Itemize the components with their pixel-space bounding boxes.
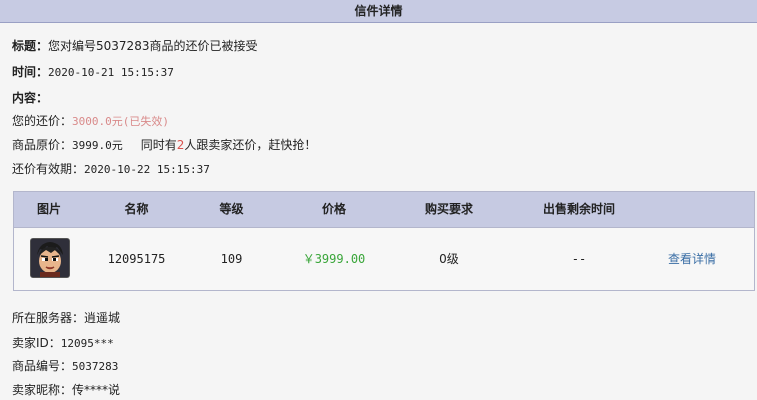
- subject-line: 标题：您对编号5037283商品的还价已被接受: [12, 37, 257, 54]
- notice-prefix: 同时有: [140, 138, 177, 152]
- item-number-label: 商品编号：: [12, 359, 73, 373]
- character-portrait-icon[interactable]: [30, 238, 70, 278]
- validity-value: 2020-10-22 15:15:37: [84, 163, 210, 176]
- seller-nickname-value: 传****说: [72, 383, 121, 397]
- offer-label: 您的还价：: [12, 114, 73, 128]
- original-price-value: 3999.0元: [72, 139, 123, 152]
- item-number-value: 5037283: [72, 360, 119, 373]
- character-portrait-icon-graphic: [31, 239, 69, 277]
- seller-id-value: 12095***: [60, 337, 114, 350]
- server-label: 所在服务器：: [12, 311, 85, 325]
- header-level: 等级: [219, 202, 244, 216]
- time-value: 2020-10-21 15:15:37: [48, 66, 174, 79]
- item-level: 109: [220, 252, 243, 266]
- item-table: 图片 名称 等级 价格 购买要求 出售剩余时间 12095175 109 ￥39…: [13, 191, 755, 291]
- server-value: 逍遥城: [84, 311, 121, 325]
- subject-text: 您对编号5037283商品的还价已被接受: [48, 39, 258, 53]
- subject-label: 标题：: [12, 39, 49, 53]
- header-requirement: 购买要求: [424, 202, 473, 216]
- item-number-line: 商品编号：5037283: [12, 357, 118, 374]
- item-price: ￥3999.00: [302, 252, 366, 266]
- item-remaining-time: --: [571, 252, 587, 266]
- seller-id-line: 卖家ID：12095***: [12, 334, 114, 351]
- header-remaining-time: 出售剩余时间: [542, 202, 615, 216]
- item-name: 12095175: [107, 252, 166, 266]
- view-details-link[interactable]: 查看详情: [652, 228, 732, 290]
- time-line: 时间：2020-10-21 15:15:37: [12, 63, 174, 80]
- seller-nickname-label: 卖家昵称：: [12, 383, 73, 397]
- validity-label: 还价有效期：: [12, 162, 85, 176]
- original-price-label: 商品原价：: [12, 138, 73, 152]
- window-title: 信件详情: [0, 0, 757, 23]
- time-label: 时间：: [12, 65, 49, 79]
- offer-line: 您的还价：3000.0元(已失效): [12, 112, 169, 129]
- offer-value: 3000.0元(已失效): [72, 115, 169, 128]
- content-label: 内容：: [12, 91, 49, 105]
- server-line: 所在服务器：逍遥城: [12, 309, 120, 326]
- seller-id-label: 卖家ID：: [12, 336, 61, 350]
- header-name: 名称: [124, 202, 149, 216]
- item-requirement: 0级: [439, 252, 459, 266]
- validity-line: 还价有效期：2020-10-22 15:15:37: [12, 160, 210, 177]
- header-price: 价格: [321, 202, 346, 216]
- original-price-line: 商品原价：3999.0元 同时有2人跟卖家还价，赶快抢！: [12, 136, 316, 153]
- header-image: 图片: [36, 202, 61, 216]
- seller-nickname-line: 卖家昵称：传****说: [12, 381, 120, 398]
- table-header: 图片 名称 等级 价格 购买要求 出售剩余时间: [14, 192, 754, 228]
- notice-suffix: 人跟卖家还价，赶快抢！: [184, 138, 317, 152]
